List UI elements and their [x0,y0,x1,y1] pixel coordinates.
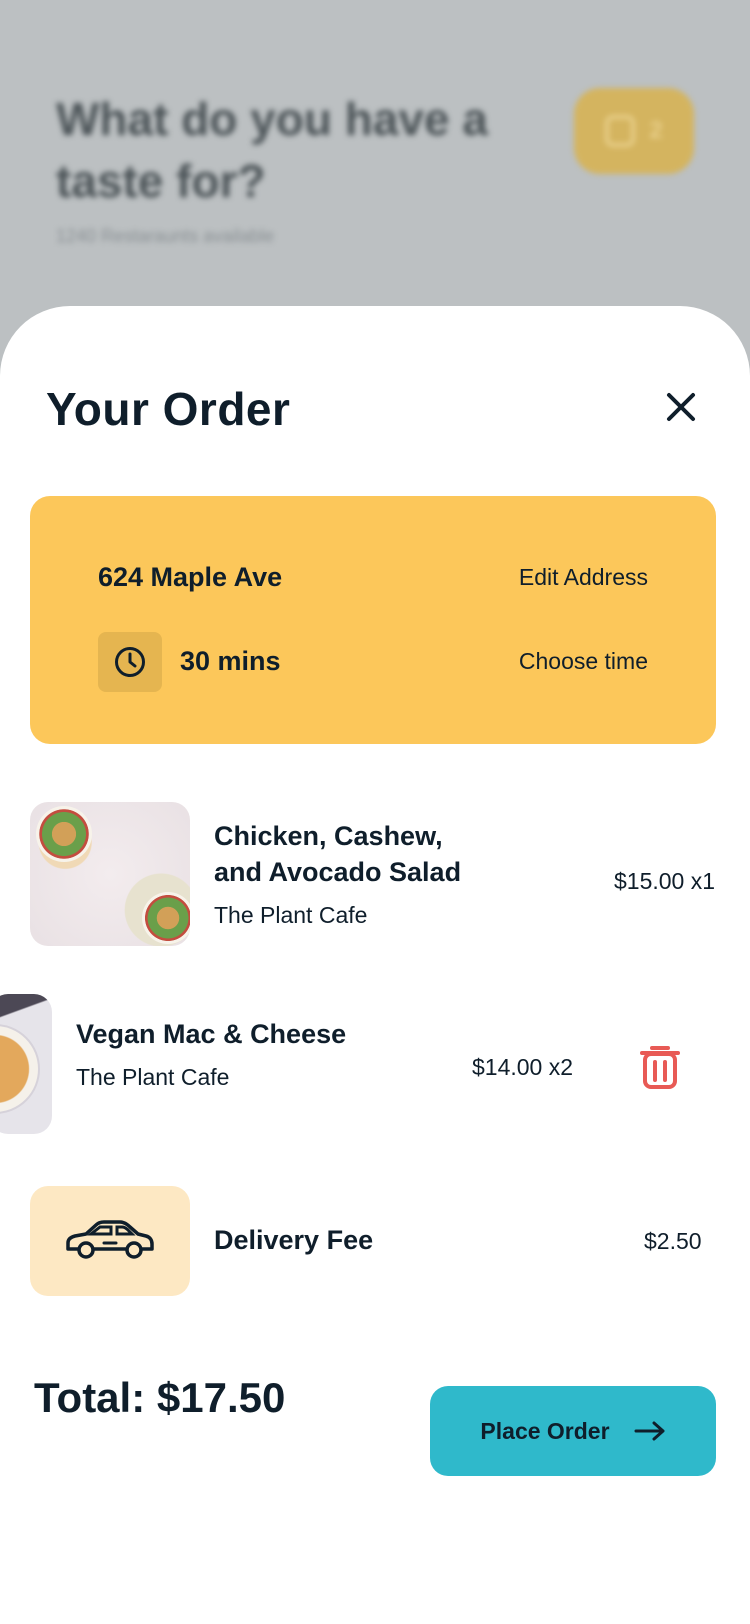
order-sheet: Your Order 624 Maple Ave Edit Address 30… [0,306,750,1624]
trash-icon[interactable] [638,1042,682,1090]
background-subtitle: 1240 Restaraunts available [56,226,275,246]
background-cart-button: 2 [574,88,694,174]
order-total: Total: $17.50 [34,1374,286,1421]
place-order-label: Place Order [480,1417,610,1444]
delivery-time: 30 mins [180,646,281,676]
item-price: $14.00 x2 [472,1054,574,1080]
salad-bowl [142,892,190,944]
item-name: Chicken, Cashew, and Avocado Salad [214,821,462,887]
item-price: $15.00 x1 [614,868,716,894]
cart-count: 2 [649,117,663,144]
clock-icon [98,632,162,692]
edit-address-button[interactable]: Edit Address [519,564,648,591]
mac-bowl [0,1024,40,1114]
item-restaurant: The Plant Cafe [214,902,368,928]
place-order-button[interactable]: Place Order [430,1386,716,1476]
sheet-title: Your Order [46,383,291,435]
delivery-address: 624 Maple Ave [98,562,283,592]
item-restaurant: The Plant Cafe [76,1064,230,1090]
salad-image [30,802,190,946]
background-screen: What do you have a taste for? 1240 Resta… [0,0,750,320]
delivery-fee-price: $2.50 [644,1228,702,1254]
car-icon [30,1186,190,1296]
delivery-fee-label: Delivery Fee [214,1225,374,1255]
arrow-right-icon [634,1421,665,1441]
salad-bowl [36,806,92,862]
choose-time-button[interactable]: Choose time [519,648,648,675]
address-card: 624 Maple Ave Edit Address 30 mins Choos… [30,496,716,744]
shopping-bag-icon [605,115,636,147]
mac-and-cheese-image [0,994,52,1134]
item-name: Vegan Mac & Cheese [76,1019,347,1049]
background-title: What do you have a taste for? [56,93,488,207]
close-icon[interactable] [664,390,698,424]
